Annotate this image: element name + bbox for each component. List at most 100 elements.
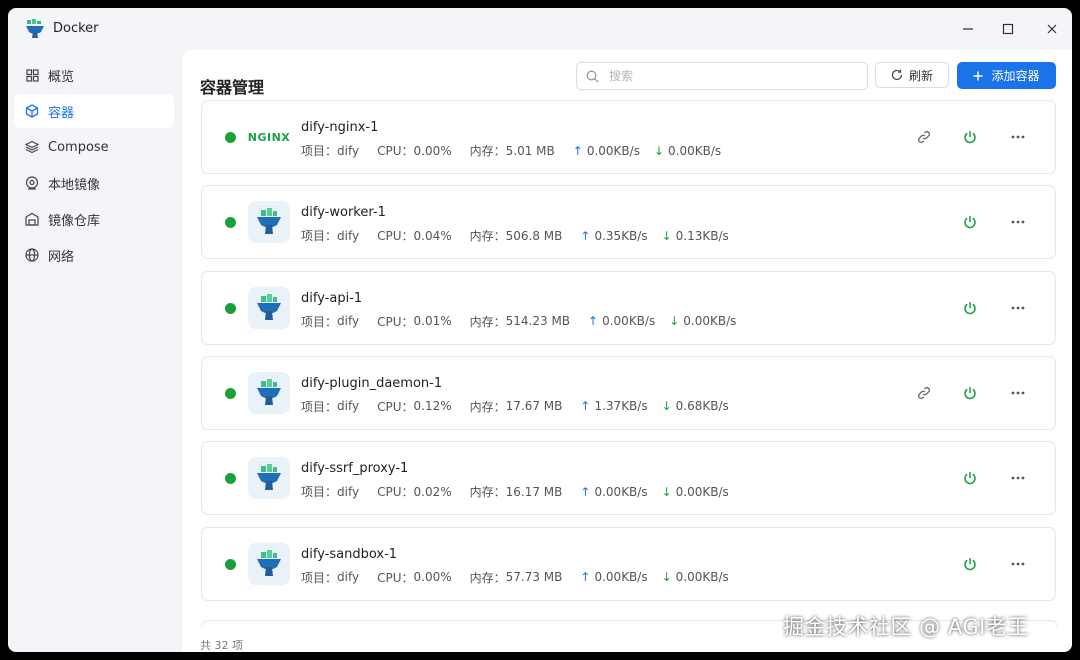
project-value: dify	[337, 228, 360, 243]
container-card[interactable]: dify-sandbox-1 项目： dify CPU： 0.00% 内存： 57.73 M…	[201, 526, 1056, 601]
project-value: dify	[337, 314, 360, 329]
container-name: dify-sandbox-1	[301, 546, 398, 562]
cpu-value: 0.01%	[413, 314, 452, 329]
refresh-button[interactable]: 刷新	[875, 62, 949, 88]
grid-icon	[24, 67, 40, 83]
download-rate: 0.00KB/s	[675, 570, 729, 584]
project-value: dify	[337, 484, 360, 499]
container-stats: 项目： dify CPU： 0.12% 内存： 17.67 MB ↑ 1.37KB/s ↓ 0.6…	[301, 398, 729, 415]
status-indicator	[225, 558, 236, 570]
link-icon[interactable]	[914, 127, 934, 147]
nginx-logo: NGINX	[247, 130, 291, 144]
upload-arrow-icon: ↑	[580, 570, 591, 584]
title-bar: Docker	[8, 8, 1072, 50]
link-icon[interactable]	[914, 383, 934, 403]
watermark: 掘金技术社区 @ AGI老王	[783, 615, 1029, 639]
project-value: dify	[337, 143, 360, 158]
cpu-label: CPU：	[377, 570, 414, 585]
cpu-value: 0.00%	[413, 143, 452, 158]
more-icon[interactable]	[1008, 468, 1028, 488]
close-button[interactable]	[1032, 16, 1072, 42]
refresh-label: 刷新	[908, 68, 933, 83]
cpu-label: CPU：	[377, 314, 414, 329]
download-arrow-icon: ↓	[653, 143, 665, 158]
sidebar-item-network[interactable]: 网络	[14, 238, 174, 272]
more-icon[interactable]	[1008, 554, 1028, 574]
docker-logo	[248, 457, 290, 500]
power-icon[interactable]	[960, 468, 980, 488]
download-rate: 0.00KB/s	[675, 484, 729, 499]
upload-arrow-icon: ↑	[588, 314, 599, 329]
mem-label: 内存：	[469, 399, 506, 414]
more-icon[interactable]	[1008, 298, 1028, 318]
cpu-label: CPU：	[377, 485, 414, 500]
project-label: 项目：	[301, 399, 338, 414]
upload-rate: 0.00KB/s	[594, 570, 648, 584]
container-stats: 项目： dify CPU： 0.00% 内存： 57.73 MB ↑ 0.00KB/s ↓ 0.0…	[301, 569, 729, 586]
sidebar-item-registry[interactable]: 镜像仓库	[14, 202, 174, 236]
container-card[interactable]: dify-api-1 项目： dify CPU： 0.01% 内存： 514.23 MB ↑ 0…	[201, 270, 1056, 345]
add-container-button[interactable]: 添加容器	[957, 62, 1056, 89]
container-stats: 项目： dify CPU： 0.04% 内存： 506.8 MB ↑ 0.35KB/s ↓ 0.1…	[301, 227, 729, 244]
search-input[interactable]	[607, 68, 851, 84]
maximize-button[interactable]	[988, 16, 1028, 42]
add-container-label: 添加容器	[991, 69, 1040, 83]
container-card[interactable]: NGINX dify-nginx-1 项目： dify CPU： 0.00% 内存： 5.01…	[201, 100, 1056, 174]
container-stats: 项目： dify CPU： 0.01% 内存： 514.23 MB ↑ 0.00KB/s ↓ 0.…	[301, 313, 736, 330]
power-icon[interactable]	[960, 212, 980, 232]
mem-value: 514.23 MB	[505, 314, 571, 329]
download-rate: 0.68KB/s	[675, 399, 729, 414]
sidebar-item-label: 镜像仓库	[48, 213, 101, 229]
cpu-value: 0.00%	[413, 570, 452, 584]
layers-icon	[24, 139, 40, 155]
sidebar-item-containers[interactable]: 容器	[14, 94, 174, 128]
container-name: dify-plugin_daemon-1	[301, 375, 443, 391]
download-arrow-icon: ↓	[661, 570, 672, 584]
power-icon[interactable]	[960, 298, 980, 318]
sidebar-item-overview[interactable]: 概览	[14, 58, 174, 92]
docker-logo	[248, 542, 290, 585]
mem-label: 内存：	[469, 570, 506, 585]
mem-value: 16.17 MB	[505, 484, 563, 499]
minimize-button[interactable]	[948, 16, 988, 42]
container-card[interactable]: dify-plugin_daemon-1 项目： dify CPU： 0.12% 内存： 1…	[201, 355, 1056, 430]
more-icon[interactable]	[1008, 127, 1028, 147]
container-list: NGINX dify-nginx-1 项目： dify CPU： 0.00% 内存： 5.01…	[201, 100, 1056, 620]
container-card[interactable]: dify-worker-1 项目： dify CPU： 0.04% 内存： 506.8 MB…	[201, 185, 1056, 260]
power-icon[interactable]	[960, 383, 980, 403]
power-icon[interactable]	[960, 554, 980, 574]
sidebar-item-label: 网络	[48, 249, 75, 265]
search-box[interactable]	[576, 62, 868, 90]
upload-arrow-icon: ↑	[572, 143, 583, 158]
download-arrow-icon: ↓	[661, 484, 672, 499]
project-label: 项目：	[301, 570, 338, 585]
download-rate: 0.13KB/s	[675, 228, 729, 243]
mem-label: 内存：	[469, 314, 506, 329]
container-card[interactable]: dify-ssrf_proxy-1 项目： dify CPU： 0.02% 内存： 16.1…	[201, 441, 1056, 516]
mem-label: 内存：	[469, 485, 506, 500]
cpu-label: CPU：	[377, 229, 414, 244]
docker-window: Docker 概览 容器 Compose 本地镜像 镜像仓库 网络 容器管理 搜…	[8, 8, 1072, 652]
sidebar-item-label: 本地镜像	[48, 177, 101, 193]
project-label: 项目：	[301, 144, 338, 158]
more-icon[interactable]	[1008, 212, 1028, 232]
sidebar-item-local-images[interactable]: 本地镜像	[14, 166, 174, 200]
mem-label: 内存：	[469, 144, 506, 158]
sidebar-item-compose[interactable]: Compose	[14, 130, 174, 164]
download-arrow-icon: ↓	[661, 399, 672, 414]
sidebar-item-label: Compose	[48, 139, 109, 155]
power-icon[interactable]	[960, 127, 980, 147]
project-label: 项目：	[301, 485, 338, 500]
cpu-value: 0.02%	[413, 484, 452, 499]
more-icon[interactable]	[1008, 383, 1028, 403]
total-count: 共 32 项	[200, 639, 243, 652]
download-arrow-icon: ↓	[669, 314, 680, 329]
plus-icon	[973, 71, 983, 81]
upload-rate: 0.00KB/s	[594, 484, 648, 499]
upload-arrow-icon: ↑	[580, 399, 591, 414]
docker-app-icon	[24, 18, 46, 40]
page-title: 容器管理	[200, 78, 265, 97]
cpu-label: CPU：	[377, 399, 414, 414]
upload-arrow-icon: ↑	[580, 228, 591, 243]
warehouse-icon	[24, 211, 40, 227]
